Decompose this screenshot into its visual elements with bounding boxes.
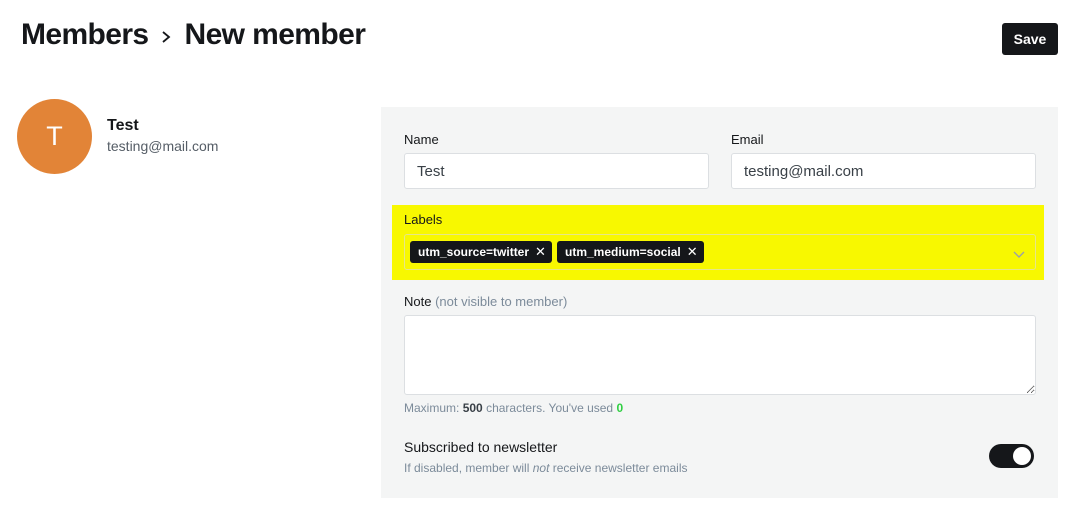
avatar: T — [17, 99, 92, 174]
newsletter-description: If disabled, member will not receive new… — [404, 461, 687, 475]
char-hint-mid: characters. You've used — [486, 401, 614, 415]
newsletter-desc-before: If disabled, member will — [404, 461, 530, 475]
newsletter-desc-emphasis: not — [532, 461, 550, 475]
note-label-hint: (not visible to member) — [435, 294, 568, 309]
name-field[interactable] — [404, 153, 709, 189]
avatar-initial: T — [46, 121, 63, 151]
close-icon[interactable]: ✕ — [687, 244, 698, 260]
char-max: 500 — [462, 401, 483, 415]
toggle-knob — [1013, 447, 1031, 465]
profile-email: testing@mail.com — [107, 138, 219, 154]
label-tag-text: utm_medium=social — [565, 245, 681, 259]
newsletter-toggle[interactable] — [989, 444, 1034, 468]
chevron-right-icon — [161, 30, 173, 44]
email-field[interactable] — [731, 153, 1036, 189]
newsletter-desc-after: receive newsletter emails — [552, 461, 688, 475]
labels-label: Labels — [404, 212, 443, 227]
note-label-text: Note — [404, 294, 432, 309]
profile-name: Test — [107, 117, 139, 134]
char-used: 0 — [616, 401, 624, 415]
page-title: New member — [184, 18, 366, 51]
breadcrumb: Members New member — [21, 18, 366, 52]
char-hint-prefix: Maximum: — [404, 401, 460, 415]
save-button[interactable]: Save — [1002, 23, 1058, 55]
label-tag: utm_medium=social ✕ — [557, 241, 704, 263]
newsletter-title: Subscribed to newsletter — [404, 439, 558, 455]
note-textarea[interactable] — [404, 315, 1036, 395]
close-icon[interactable]: ✕ — [535, 244, 546, 260]
email-label: Email — [731, 132, 764, 147]
note-char-counter: Maximum: 500 characters. You've used 0 — [404, 401, 623, 415]
breadcrumb-members-link[interactable]: Members — [21, 18, 149, 52]
note-label: Note (not visible to member) — [404, 294, 567, 309]
name-label: Name — [404, 132, 439, 147]
label-tag-text: utm_source=twitter — [418, 245, 530, 259]
chevron-down-icon[interactable] — [1013, 246, 1025, 258]
label-tag: utm_source=twitter ✕ — [410, 241, 552, 263]
